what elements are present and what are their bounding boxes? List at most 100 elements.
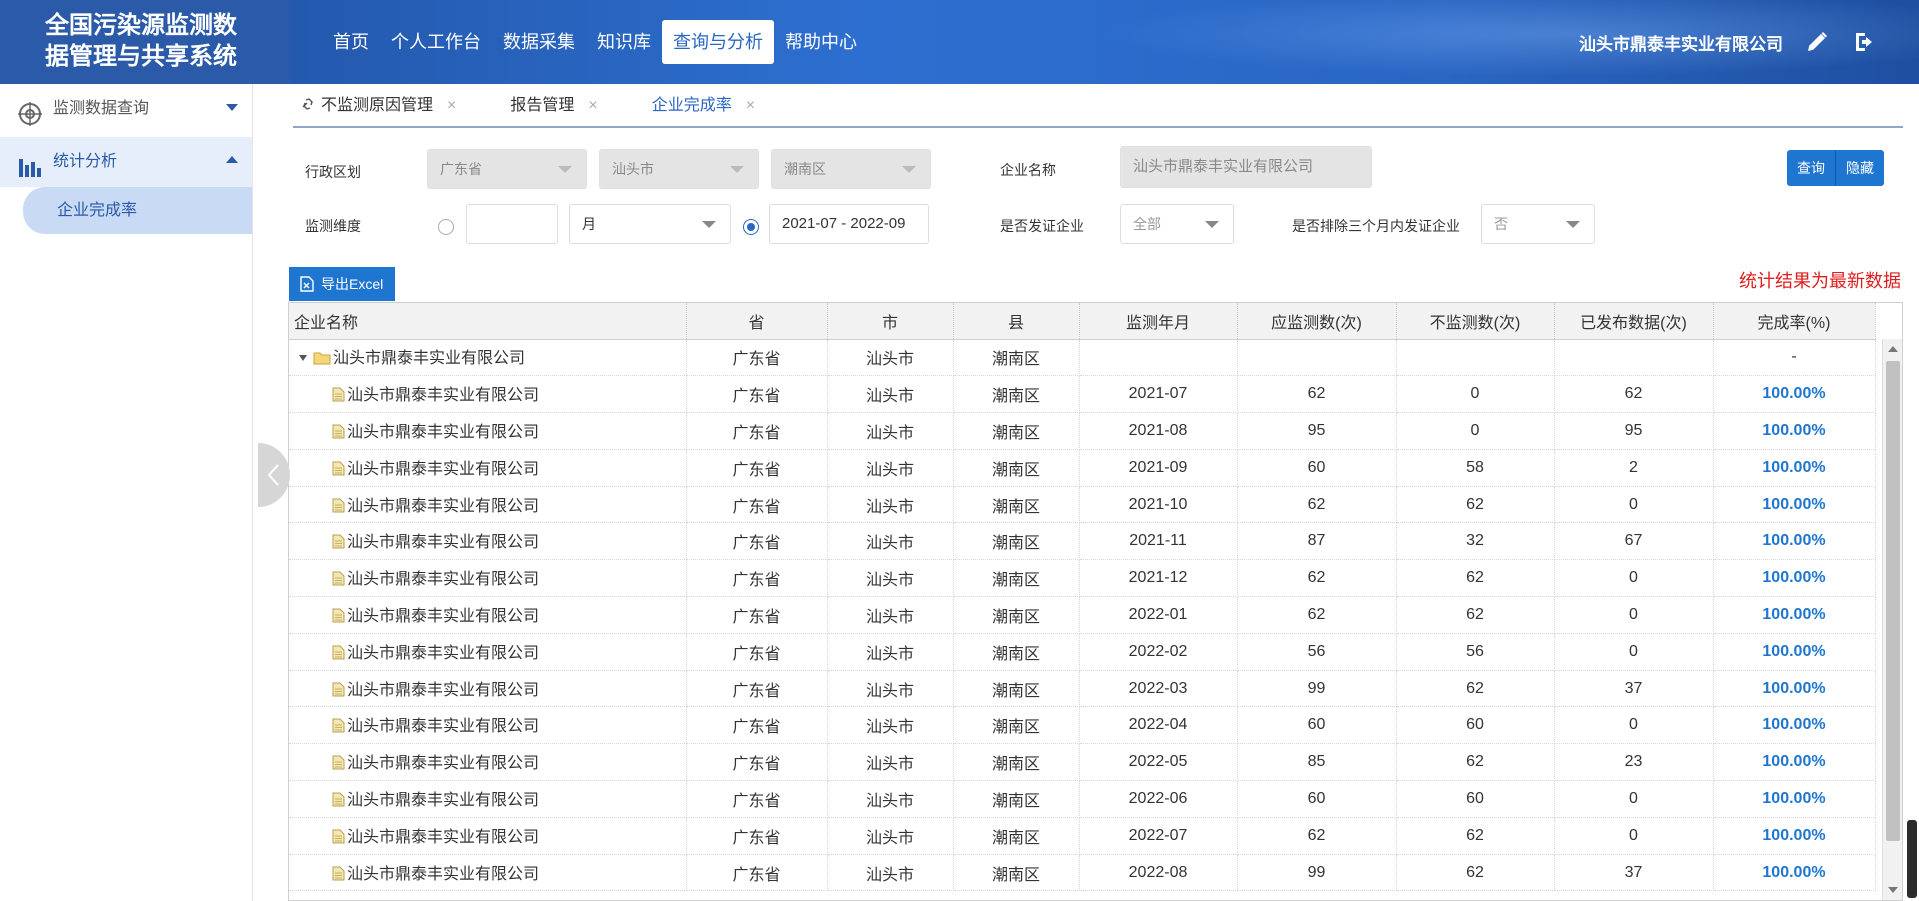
sidebar-item-statistics[interactable]: 统计分析 [0, 137, 252, 187]
not-monitored-cell: 32 [1396, 522, 1555, 561]
sidebar-subitem-completion-rate[interactable]: 企业完成率 [23, 187, 252, 234]
excel-icon [300, 276, 314, 292]
county-cell: 潮南区 [953, 339, 1080, 377]
county-select[interactable]: 潮南区 [771, 149, 931, 189]
license-select[interactable]: 全部 [1120, 204, 1234, 244]
province-cell: 广东省 [686, 854, 828, 892]
col-header-published[interactable]: 已发布数据(次) [1554, 303, 1714, 340]
table-row[interactable]: 汕头市鼎泰丰实业有限公司 广东省 汕头市 潮南区 2022-01 62 62 0 100.00% [289, 596, 1876, 634]
col-header-county[interactable]: 县 [953, 303, 1080, 340]
county-cell: 潮南区 [953, 449, 1080, 487]
hide-button[interactable]: 隐藏 [1835, 150, 1884, 186]
table-row[interactable]: 汕头市鼎泰丰实业有限公司 广东省 汕头市 潮南区 2022-08 99 62 37 100.00… [289, 854, 1876, 892]
col-header-expected[interactable]: 应监测数(次) [1237, 303, 1397, 340]
table-row[interactable]: 汕头市鼎泰丰实业有限公司 广东省 汕头市 潮南区 2021-09 60 58 2 100.00% [289, 449, 1876, 487]
published-cell: 0 [1554, 633, 1714, 671]
col-header-city[interactable]: 市 [827, 303, 954, 340]
company-name: 汕头市鼎泰丰实业有限公司 [347, 387, 540, 405]
table-row[interactable]: 汕头市鼎泰丰实业有限公司 广东省 汕头市 潮南区 2021-08 95 0 95 100.00% [289, 412, 1876, 450]
scroll-up-icon[interactable] [1888, 346, 1898, 352]
col-header-month[interactable]: 监测年月 [1079, 303, 1238, 340]
month-cell: 2022-06 [1079, 780, 1238, 818]
table-row[interactable]: 汕头市鼎泰丰实业有限公司 广东省 汕头市 潮南区 2022-07 62 62 0 100.00% [289, 817, 1876, 855]
province-cell: 广东省 [686, 706, 828, 745]
file-icon [332, 682, 345, 702]
export-excel-button[interactable]: 导出Excel [289, 267, 395, 301]
tree-expand-icon[interactable] [299, 355, 307, 362]
nav-item-knowledge-base[interactable]: 知识库 [586, 20, 662, 64]
dimension-radio-range[interactable] [743, 219, 759, 235]
sidebar-item-monitoring-query[interactable]: 监测数据查询 [0, 84, 252, 134]
not-monitored-cell: 56 [1396, 633, 1555, 671]
dimension-number-input[interactable] [466, 204, 558, 244]
company-name: 汕头市鼎泰丰实业有限公司 [347, 791, 540, 809]
nav-item-home[interactable]: 首页 [322, 20, 380, 64]
tab-report-management[interactable]: 报告管理 × [502, 84, 615, 126]
tab-company-completion-rate[interactable]: 企业完成率 × [644, 84, 773, 126]
dimension-unit-select[interactable]: 月 [569, 204, 731, 244]
chevron-down-icon [702, 221, 716, 228]
rate-cell: 100.00% [1713, 522, 1876, 561]
dimension-radio-custom[interactable] [438, 219, 454, 235]
exclude-select[interactable]: 否 [1481, 204, 1595, 244]
window-scrollbar-thumb[interactable] [1907, 820, 1917, 898]
month-cell: 2022-08 [1079, 854, 1238, 892]
close-icon[interactable]: × [746, 97, 755, 114]
company-name-input[interactable]: 汕头市鼎泰丰实业有限公司 [1120, 146, 1372, 188]
table-row[interactable]: 汕头市鼎泰丰实业有限公司 广东省 汕头市 潮南区 2021-10 62 62 0 100.00% [289, 486, 1876, 524]
rate-cell: 100.00% [1713, 633, 1876, 671]
table-row[interactable]: 汕头市鼎泰丰实业有限公司 广东省 汕头市 潮南区 2021-12 62 62 0 100.00% [289, 559, 1876, 598]
month-cell: 2022-02 [1079, 633, 1238, 671]
col-header-rate[interactable]: 完成率(%) [1713, 303, 1876, 340]
rate-cell: 100.00% [1713, 412, 1876, 450]
scroll-thumb[interactable] [1886, 361, 1900, 841]
rate-cell: 100.00% [1713, 706, 1876, 745]
nav-item-query-analysis[interactable]: 查询与分析 [662, 20, 774, 64]
query-button[interactable]: 查询 [1787, 150, 1835, 186]
nav-item-data-collection[interactable]: 数据采集 [492, 20, 586, 64]
sidebar: 监测数据查询 统计分析 企业完成率 [0, 84, 253, 901]
province-select[interactable]: 广东省 [427, 149, 587, 189]
rate-cell: - [1713, 339, 1876, 377]
table-row[interactable]: 汕头市鼎泰丰实业有限公司 广东省 汕头市 潮南区 2021-11 87 32 67 100.00… [289, 522, 1876, 561]
rate-cell: 100.00% [1713, 780, 1876, 818]
pencil-icon[interactable] [1805, 30, 1829, 54]
table-parent-row[interactable]: 汕头市鼎泰丰实业有限公司 广东省 汕头市 潮南区 - [289, 339, 1876, 377]
nav-item-workbench[interactable]: 个人工作台 [380, 20, 492, 64]
scroll-down-icon[interactable] [1888, 887, 1898, 893]
export-label: 导出Excel [321, 276, 384, 292]
dimension-unit-value: 月 [582, 216, 596, 232]
company-cell: 汕头市鼎泰丰实业有限公司 [289, 670, 687, 708]
table-row[interactable]: 汕头市鼎泰丰实业有限公司 广东省 汕头市 潮南区 2022-06 60 60 0 100.00% [289, 780, 1876, 818]
tab-not-monitored-reasons[interactable]: 不监测原因管理 × [293, 84, 474, 126]
table-row[interactable]: 汕头市鼎泰丰实业有限公司 广东省 汕头市 潮南区 2022-05 85 62 23 100.00… [289, 743, 1876, 782]
close-icon[interactable]: × [447, 97, 456, 114]
not-monitored-cell: 58 [1396, 449, 1555, 487]
nav-item-help-center[interactable]: 帮助中心 [774, 20, 868, 64]
county-cell: 潮南区 [953, 412, 1080, 450]
province-cell: 广东省 [686, 486, 828, 524]
city-cell: 汕头市 [827, 706, 954, 745]
table-row[interactable]: 汕头市鼎泰丰实业有限公司 广东省 汕头市 潮南区 2021-07 62 0 62 100.00% [289, 375, 1876, 414]
table-vertical-scrollbar[interactable] [1882, 339, 1902, 900]
table-row[interactable]: 汕头市鼎泰丰实业有限公司 广东省 汕头市 潮南区 2022-02 56 56 0 100.00% [289, 633, 1876, 671]
col-header-not-monitored[interactable]: 不监测数(次) [1396, 303, 1555, 340]
rate-cell: 100.00% [1713, 596, 1876, 634]
city-cell: 汕头市 [827, 412, 954, 450]
col-header-company[interactable]: 企业名称 [289, 303, 687, 340]
county-cell: 潮南区 [953, 780, 1080, 818]
rate-cell: 100.00% [1713, 375, 1876, 414]
date-range-input[interactable]: 2021-07 - 2022-09 [769, 204, 929, 244]
expected-cell: 99 [1237, 670, 1397, 708]
table-row[interactable]: 汕头市鼎泰丰实业有限公司 广东省 汕头市 潮南区 2022-03 99 62 37 100.00… [289, 670, 1876, 708]
logout-icon[interactable] [1853, 30, 1877, 54]
col-header-province[interactable]: 省 [686, 303, 828, 340]
city-select[interactable]: 汕头市 [599, 149, 759, 189]
county-cell: 潮南区 [953, 743, 1080, 782]
city-cell: 汕头市 [827, 743, 954, 782]
link-icon [301, 84, 315, 128]
close-icon[interactable]: × [588, 97, 597, 114]
sidebar-item-label: 监测数据查询 [53, 100, 150, 117]
chevron-down-icon [558, 166, 572, 173]
table-row[interactable]: 汕头市鼎泰丰实业有限公司 广东省 汕头市 潮南区 2022-04 60 60 0 100.00% [289, 706, 1876, 745]
